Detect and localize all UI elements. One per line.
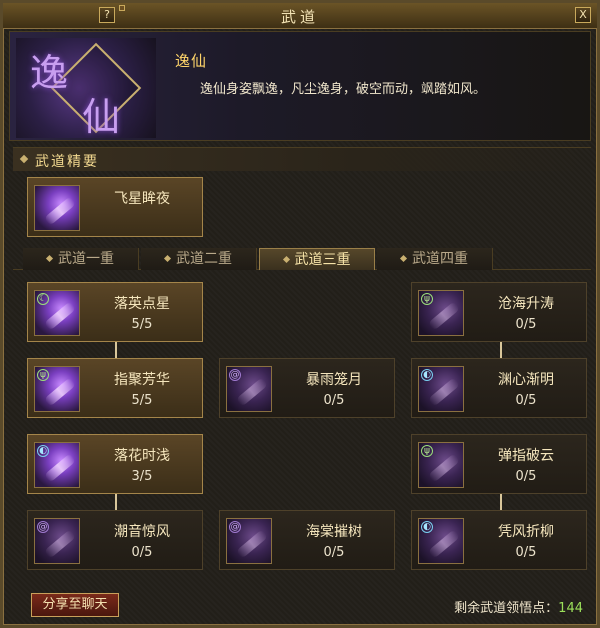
skill-level: 0/5 [515, 317, 537, 332]
tab-tier-2[interactable]: 武道二重 [141, 248, 257, 270]
sect-description: 逸仙身姿飘逸，凡尘逸身，破空而动，飒踏如风。 [200, 82, 487, 97]
skill-name: 暴雨笼月 [306, 372, 362, 388]
emblem-char-1: 逸 [30, 51, 69, 95]
close-button[interactable]: X [575, 7, 591, 23]
skill-cell[interactable]: @ 海棠摧树 0/5 [219, 510, 395, 570]
skill-level: 5/5 [131, 393, 153, 408]
skill-cell[interactable]: ψ 沧海升涛 0/5 [411, 282, 587, 342]
essence-title: 武道精要 [35, 154, 99, 170]
skill-icon: ◐ [418, 518, 464, 564]
emblem-char-2: 仙 [82, 95, 121, 138]
skill-connector [500, 342, 502, 358]
skill-icon: ψ [418, 290, 464, 336]
window-title: 武道 [280, 8, 319, 26]
skill-level: 0/5 [515, 469, 537, 484]
diamond-bullet-icon [19, 154, 29, 164]
essence-heading: 武道精要 [13, 147, 591, 171]
remaining-points: 剩余武道领悟点：144 [454, 597, 583, 616]
skill-icon: ψ [34, 366, 80, 412]
skill-level: 5/5 [131, 317, 153, 332]
title-bar[interactable]: ? 武道 X [3, 3, 597, 29]
points-label: 剩余武道领悟点： [454, 601, 559, 616]
sect-name: 逸仙 [175, 52, 208, 70]
skill-name: 潮音惊风 [114, 524, 170, 540]
skill-cell[interactable]: ◐ 渊心渐明 0/5 [411, 358, 587, 418]
skill-connector [500, 494, 502, 510]
skill-cell[interactable]: ☾ 落英点星 5/5 [27, 282, 203, 342]
skill-connector [115, 342, 117, 358]
skill-icon: @ [226, 366, 272, 412]
skill-cell[interactable]: ψ 指聚芳华 5/5 [27, 358, 203, 418]
skill-icon: ◐ [34, 442, 80, 488]
skill-connector [115, 494, 117, 510]
skill-level: 0/5 [515, 545, 537, 560]
skill-icon: @ [226, 518, 272, 564]
tab-tier-4[interactable]: 武道四重 [377, 248, 493, 270]
skill-level: 3/5 [131, 469, 153, 484]
points-value: 144 [558, 601, 583, 616]
purple-blade-icon [34, 185, 80, 231]
skill-name: 沧海升涛 [498, 296, 554, 312]
skill-name: 弹指破云 [498, 448, 554, 464]
skill-cell[interactable]: ψ 弹指破云 0/5 [411, 434, 587, 494]
wudao-window: ? 武道 X 逸 仙 逸仙 逸仙身姿飘逸，凡尘逸身，破空而动，飒踏如风。 武道精… [0, 0, 600, 628]
skill-cell[interactable]: ◐ 凭风折柳 0/5 [411, 510, 587, 570]
tab-tier-3[interactable]: 武道三重 [259, 248, 375, 270]
skill-cell[interactable]: @ 潮音惊风 0/5 [27, 510, 203, 570]
sect-header: 逸 仙 逸仙 逸仙身姿飘逸，凡尘逸身，破空而动，飒踏如风。 [9, 31, 591, 141]
share-to-chat-button[interactable]: 分享至聊天 [31, 593, 119, 617]
skill-name: 指聚芳华 [114, 372, 170, 388]
skill-level: 0/5 [515, 393, 537, 408]
tab-tier-1[interactable]: 武道一重 [23, 248, 139, 270]
skill-name: 海棠摧树 [306, 524, 362, 540]
skill-name: 凭风折柳 [498, 524, 554, 540]
essence-skill-name: 飞星眸夜 [114, 191, 170, 207]
essence-skill[interactable]: 飞星眸夜 [27, 177, 203, 237]
skill-icon: @ [34, 518, 80, 564]
skill-icon: ◐ [418, 366, 464, 412]
skill-cell[interactable]: @ 暴雨笼月 0/5 [219, 358, 395, 418]
skill-cell[interactable]: ◐ 落花时浅 3/5 [27, 434, 203, 494]
tier-tabs: 武道一重 武道二重 武道三重 武道四重 [13, 248, 591, 270]
skill-level: 0/5 [131, 545, 153, 560]
skill-name: 落花时浅 [114, 448, 170, 464]
skill-icon: ψ [418, 442, 464, 488]
sect-emblem-icon: 逸 仙 [16, 38, 156, 138]
skill-level: 0/5 [323, 393, 345, 408]
skill-icon: ☾ [34, 290, 80, 336]
skill-level: 0/5 [323, 545, 345, 560]
skill-name: 渊心渐明 [498, 372, 554, 388]
skill-name: 落英点星 [114, 296, 170, 312]
